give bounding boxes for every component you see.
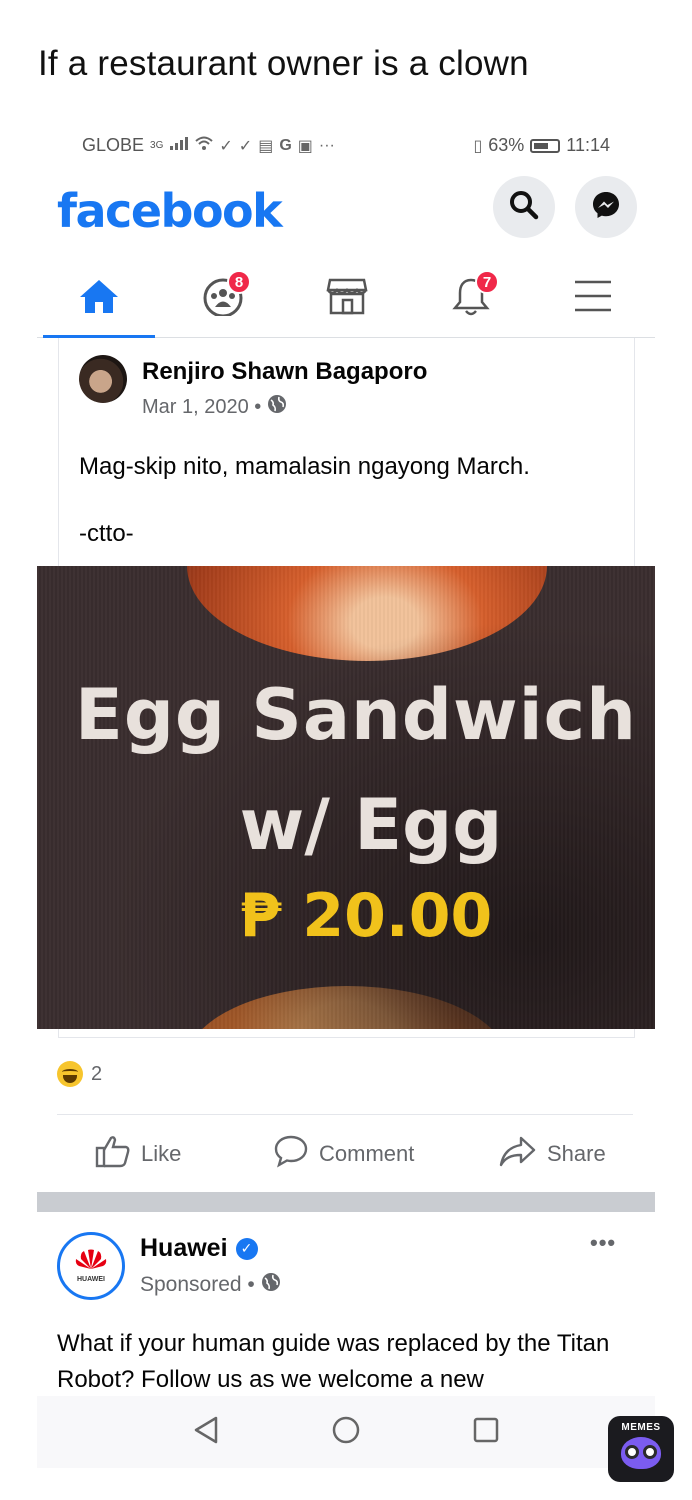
tab-marketplace[interactable] <box>285 258 409 338</box>
comment-button[interactable]: Comment <box>273 1134 414 1174</box>
home-circle-icon <box>331 1415 361 1450</box>
phone-screenshot: GLOBE 3G ✓ ✓ ▤ G ▣ ··· ▯ 63% 11:14 faceb… <box>37 118 655 1468</box>
huawei-avatar[interactable]: HUAWEI <box>57 1232 125 1300</box>
reaction-summary[interactable]: 2 <box>57 1061 102 1087</box>
haha-icon <box>57 1061 83 1087</box>
wifi-icon <box>195 136 214 155</box>
like-button[interactable]: Like <box>95 1134 181 1174</box>
battery-icon <box>530 138 561 153</box>
more-options-icon[interactable]: ••• <box>590 1230 616 1256</box>
download-icon-2: ✓ <box>238 137 253 155</box>
sponsor-name[interactable]: Huawei <box>140 1234 228 1263</box>
memes-watermark-label: MEMES <box>621 1422 661 1433</box>
share-button[interactable]: Share <box>499 1134 606 1174</box>
post-date[interactable]: Mar 1, 2020 • <box>142 396 261 419</box>
menu-icon <box>573 279 613 318</box>
verified-badge-icon: ✓ <box>235 1237 258 1260</box>
tab-bar: 8 7 <box>37 258 655 338</box>
android-navigation-bar <box>37 1396 655 1468</box>
sponsored-text: What if your human guide was replaced by… <box>57 1330 610 1393</box>
owl-icon <box>621 1437 661 1469</box>
reaction-count: 2 <box>91 1062 103 1085</box>
network-label: 3G <box>150 140 164 151</box>
image-text-price: ₱ 20.00 <box>239 881 493 951</box>
more-notifications-icon: ··· <box>318 136 335 154</box>
meme-caption: If a restaurant owner is a clown <box>38 44 529 83</box>
facebook-logo[interactable]: facebook <box>57 184 283 238</box>
recents-icon <box>472 1416 500 1449</box>
search-icon <box>508 189 540 226</box>
back-button[interactable] <box>186 1412 226 1452</box>
share-arrow-icon <box>499 1135 537 1173</box>
globe-icon <box>267 394 287 420</box>
carrier-label: GLOBE <box>82 135 145 155</box>
vibrate-icon: ▯ <box>473 137 483 155</box>
status-bar: GLOBE 3G ✓ ✓ ▤ G ▣ ··· ▯ 63% 11:14 <box>37 118 655 170</box>
comment-label: Comment <box>319 1141 415 1166</box>
messenger-button[interactable] <box>575 176 637 238</box>
sponsor-meta: Sponsored • <box>140 1272 281 1298</box>
post-image[interactable]: Egg Sandwich w/ Egg ₱ 20.00 <box>37 566 655 1029</box>
memes-watermark-logo: MEMES <box>608 1416 674 1482</box>
tab-menu[interactable] <box>531 258 655 338</box>
huawei-logo-icon <box>74 1249 108 1276</box>
comment-icon <box>273 1134 309 1174</box>
app-icon: ▣ <box>297 137 313 155</box>
sponsored-label: Sponsored • <box>140 1273 255 1296</box>
sponsor-name-row: Huawei ✓ <box>140 1234 258 1263</box>
messenger-icon <box>590 189 622 226</box>
tab-home[interactable] <box>37 258 161 338</box>
back-icon <box>192 1415 220 1450</box>
groups-badge: 8 <box>227 270 251 294</box>
clock: 11:14 <box>566 135 610 155</box>
search-button[interactable] <box>493 176 555 238</box>
tab-notifications[interactable]: 7 <box>409 258 533 338</box>
recents-button[interactable] <box>466 1412 506 1452</box>
post-author[interactable]: Renjiro Shawn Bagaporo <box>142 358 427 386</box>
download-icon: ✓ <box>219 137 233 155</box>
share-label: Share <box>547 1141 606 1166</box>
divider <box>57 1114 633 1115</box>
marketplace-icon <box>325 276 369 321</box>
image-text-subtitle: w/ Egg <box>239 784 503 866</box>
google-icon: G <box>279 136 292 154</box>
feed-separator <box>37 1192 655 1212</box>
post-credit: -ctto- <box>79 520 134 547</box>
notification-icon: ▤ <box>258 137 274 155</box>
thumbs-up-icon <box>95 1134 131 1174</box>
battery-percent: 63% <box>488 135 525 155</box>
huawei-logo-text: HUAWEI <box>77 1276 105 1283</box>
notifications-badge: 7 <box>475 270 499 294</box>
globe-icon-sponsored <box>261 1272 281 1298</box>
author-avatar[interactable] <box>79 355 127 403</box>
post-meta: Mar 1, 2020 • <box>142 394 287 420</box>
home-nav-button[interactable] <box>326 1412 366 1452</box>
post-text: Mag-skip nito, mamalasin ngayong March. <box>79 453 530 480</box>
tab-groups[interactable]: 8 <box>161 258 285 338</box>
like-label: Like <box>141 1141 182 1166</box>
signal-icon <box>169 136 189 155</box>
home-icon <box>78 277 120 320</box>
image-text-title: Egg Sandwich <box>75 674 637 756</box>
